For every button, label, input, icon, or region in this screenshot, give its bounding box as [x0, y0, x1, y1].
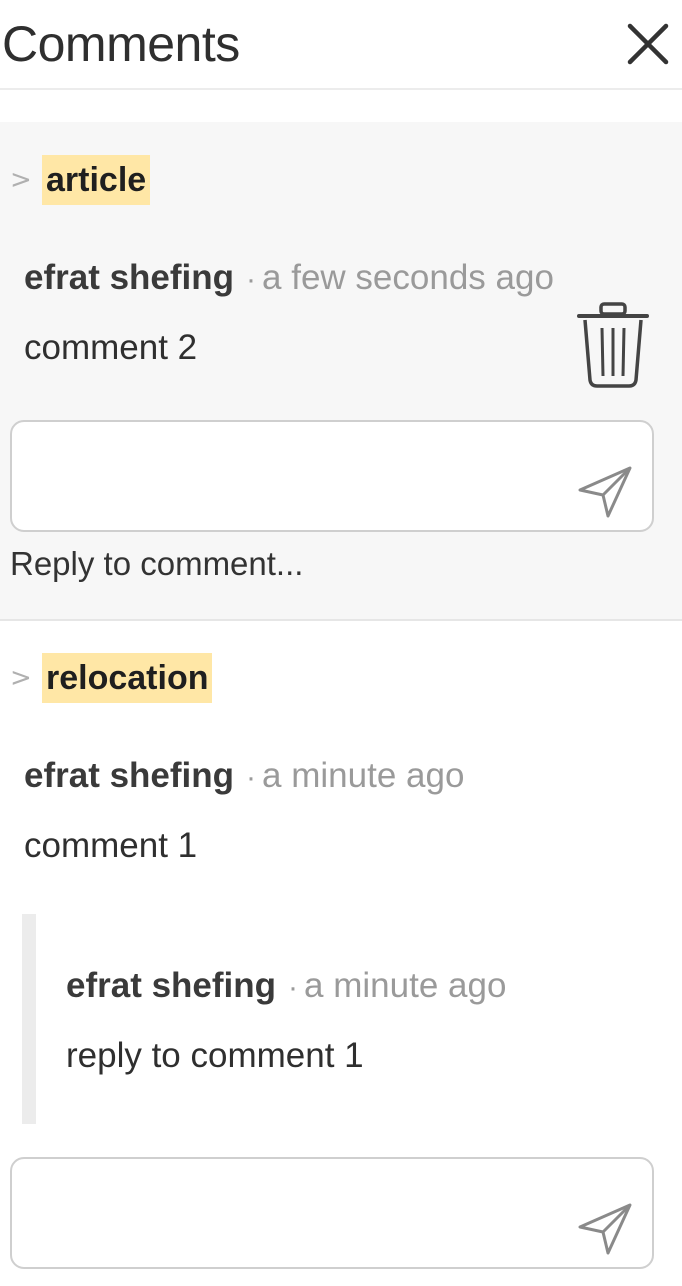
reply-input[interactable] — [26, 1169, 566, 1259]
comment-text: comment 1 — [24, 826, 198, 865]
meta-separator: · — [246, 761, 257, 794]
comment-timestamp: a few seconds ago — [262, 258, 554, 297]
comment-author: efrat shefing — [24, 756, 235, 795]
close-icon — [627, 23, 669, 65]
send-reply-button[interactable] — [574, 460, 636, 522]
reply-header: efrat shefing · a minute ago — [66, 964, 506, 1010]
send-icon — [578, 1203, 632, 1255]
meta-separator: · — [288, 971, 299, 1004]
send-icon — [578, 466, 632, 518]
comment-author: efrat shefing — [24, 258, 235, 297]
chevron-right-icon[interactable]: > — [10, 154, 42, 206]
thread-anchor[interactable]: > relocation — [10, 652, 213, 704]
reply-timestamp: a minute ago — [304, 966, 507, 1005]
comment-header: efrat shefing · a minute ago — [24, 754, 464, 800]
comments-panel: Comments > article efrat shefing · a few s… — [0, 0, 682, 1286]
meta-separator: · — [246, 263, 257, 296]
reply-author: efrat shefing — [66, 966, 277, 1005]
thread-anchor[interactable]: > article — [10, 154, 151, 206]
comment-thread[interactable]: > relocation efrat shefing · a minute ago … — [0, 621, 682, 1286]
delete-comment-button[interactable] — [576, 300, 650, 390]
send-reply-button[interactable] — [574, 1197, 636, 1259]
close-button[interactable] — [622, 18, 674, 70]
anchor-text-highlight: relocation — [42, 653, 213, 703]
comment-header: efrat shefing · a few seconds ago — [24, 256, 554, 302]
reply-input[interactable] — [26, 432, 566, 522]
reply-text: reply to comment 1 — [66, 1036, 364, 1075]
reply-placeholder-label: Reply to comment... — [10, 545, 304, 582]
anchor-text-highlight: article — [42, 155, 151, 205]
panel-header: Comments — [0, 0, 682, 90]
chevron-right-icon[interactable]: > — [10, 652, 42, 704]
reply-field-container — [10, 420, 654, 532]
reply-indent-bar — [22, 914, 36, 1124]
comment-thread[interactable]: > article efrat shefing · a few seconds ag… — [0, 122, 682, 620]
comment-timestamp: a minute ago — [262, 756, 465, 795]
trash-icon — [577, 302, 649, 388]
comment-text: comment 2 — [24, 328, 198, 367]
panel-title: Comments — [2, 16, 240, 72]
reply-field-container — [10, 1157, 654, 1269]
